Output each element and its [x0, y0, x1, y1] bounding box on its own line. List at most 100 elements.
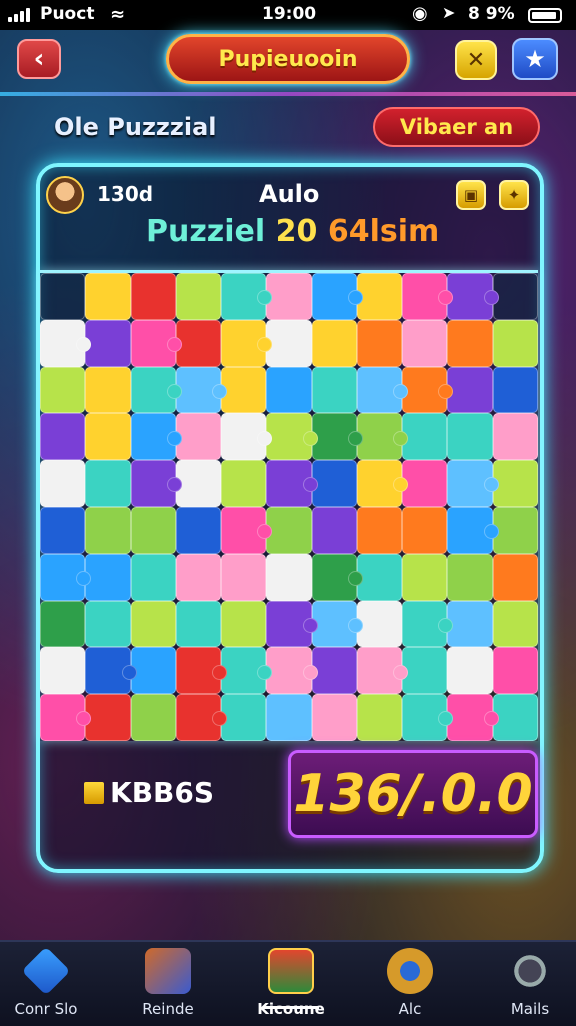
puzzle-piece[interactable] — [85, 319, 131, 367]
puzzle-piece[interactable] — [130, 319, 183, 367]
puzzle-piece[interactable] — [311, 506, 357, 554]
puzzle-piece[interactable] — [266, 273, 312, 320]
puzzle-piece[interactable] — [85, 600, 131, 648]
puzzle-piece[interactable] — [311, 647, 357, 695]
puzzle-piece[interactable] — [221, 273, 273, 320]
puzzle-piece[interactable] — [85, 647, 137, 695]
puzzle-piece[interactable] — [447, 553, 493, 601]
puzzle-piece[interactable] — [266, 600, 318, 648]
puzzle-piece[interactable] — [492, 273, 538, 320]
player-avatar[interactable] — [46, 176, 84, 214]
puzzle-piece[interactable] — [447, 506, 500, 554]
puzzle-piece[interactable] — [447, 600, 493, 648]
puzzle-piece[interactable] — [130, 460, 183, 507]
puzzle-piece[interactable] — [311, 600, 364, 648]
puzzle-piece[interactable] — [221, 506, 273, 554]
wand-icon[interactable]: ✦ — [499, 180, 529, 210]
puzzle-piece[interactable] — [40, 366, 86, 414]
puzzle-piece[interactable] — [311, 694, 357, 741]
puzzle-piece[interactable] — [85, 273, 131, 320]
puzzle-piece[interactable] — [175, 647, 228, 695]
puzzle-piece[interactable] — [175, 694, 228, 741]
puzzle-piece[interactable] — [221, 553, 267, 601]
puzzle-piece[interactable] — [311, 366, 357, 414]
puzzle-piece[interactable] — [221, 694, 267, 741]
nav-item-1[interactable]: Conr Slo — [0, 946, 96, 1018]
puzzle-piece[interactable] — [175, 553, 222, 601]
favorite-button[interactable]: ★ — [512, 38, 558, 80]
puzzle-piece[interactable] — [402, 413, 448, 461]
puzzle-piece[interactable] — [356, 319, 403, 367]
puzzle-piece[interactable] — [356, 413, 409, 461]
puzzle-piece[interactable] — [40, 600, 86, 648]
puzzle-piece[interactable] — [266, 460, 318, 507]
nav-item-2[interactable]: Reinde — [118, 948, 218, 1018]
puzzle-piece[interactable] — [266, 319, 312, 367]
puzzle-piece[interactable] — [130, 647, 176, 695]
puzzle-piece[interactable] — [402, 273, 454, 320]
nav-item-4[interactable]: Alc — [360, 948, 460, 1018]
nav-item-5[interactable]: Mails — [480, 948, 576, 1018]
puzzle-piece[interactable] — [356, 460, 409, 507]
puzzle-piece[interactable] — [402, 460, 448, 507]
puzzle-piece[interactable] — [175, 366, 228, 414]
puzzle-piece[interactable] — [402, 694, 454, 741]
puzzle-piece[interactable] — [85, 694, 131, 741]
puzzle-piece[interactable] — [447, 319, 493, 367]
puzzle-piece[interactable] — [311, 319, 357, 367]
puzzle-piece[interactable] — [40, 460, 86, 507]
puzzle-piece[interactable] — [266, 413, 318, 461]
puzzle-piece[interactable] — [492, 553, 538, 601]
puzzle-piece[interactable] — [40, 506, 86, 554]
puzzle-piece[interactable] — [40, 413, 86, 461]
nav-item-3[interactable]: Kicoune — [241, 948, 341, 1018]
puzzle-piece[interactable] — [266, 506, 312, 554]
puzzle-piece[interactable] — [40, 553, 92, 601]
puzzle-piece[interactable] — [130, 273, 176, 320]
puzzle-piece[interactable] — [266, 694, 312, 741]
puzzle-piece[interactable] — [175, 460, 222, 507]
puzzle-piece[interactable] — [130, 553, 176, 601]
puzzle-piece[interactable] — [130, 366, 183, 414]
puzzle-piece[interactable] — [311, 553, 364, 601]
puzzle-piece[interactable] — [492, 506, 538, 554]
puzzle-piece[interactable] — [402, 319, 448, 367]
puzzle-piece[interactable] — [447, 413, 493, 461]
puzzle-piece[interactable] — [356, 600, 403, 648]
puzzle-piece[interactable] — [221, 460, 267, 507]
puzzle-piece[interactable] — [175, 273, 222, 320]
puzzle-piece[interactable] — [492, 647, 538, 695]
puzzle-piece[interactable] — [130, 694, 176, 741]
puzzle-piece[interactable] — [356, 553, 403, 601]
puzzle-piece[interactable] — [85, 366, 131, 414]
puzzle-piece[interactable] — [356, 273, 403, 320]
puzzle-piece[interactable] — [221, 413, 273, 461]
puzzle-piece[interactable] — [130, 600, 176, 648]
puzzle-piece[interactable] — [402, 553, 448, 601]
jigsaw-grid[interactable] — [40, 270, 538, 741]
puzzle-piece[interactable] — [40, 694, 92, 741]
puzzle-piece[interactable] — [85, 553, 131, 601]
puzzle-piece[interactable] — [447, 694, 500, 741]
puzzle-piece[interactable] — [311, 413, 364, 461]
puzzle-piece[interactable] — [356, 694, 403, 741]
puzzle-piece[interactable] — [221, 319, 273, 367]
puzzle-piece[interactable] — [130, 506, 176, 554]
save-icon[interactable]: ▣ — [456, 180, 486, 210]
puzzle-piece[interactable] — [221, 647, 273, 695]
tools-button[interactable]: ✕ — [455, 40, 497, 80]
puzzle-piece[interactable] — [221, 600, 267, 648]
puzzle-piece[interactable] — [356, 506, 403, 554]
puzzle-piece[interactable] — [266, 553, 312, 601]
puzzle-piece[interactable] — [40, 273, 86, 320]
puzzle-piece[interactable] — [492, 413, 538, 461]
puzzle-piece[interactable] — [492, 460, 538, 507]
puzzle-piece[interactable] — [221, 366, 267, 414]
puzzle-piece[interactable] — [266, 647, 318, 695]
puzzle-piece[interactable] — [175, 506, 222, 554]
puzzle-piece[interactable] — [492, 694, 538, 741]
puzzle-piece[interactable] — [311, 460, 357, 507]
puzzle-piece[interactable] — [130, 413, 183, 461]
puzzle-piece[interactable] — [311, 273, 364, 320]
puzzle-piece[interactable] — [447, 647, 493, 695]
